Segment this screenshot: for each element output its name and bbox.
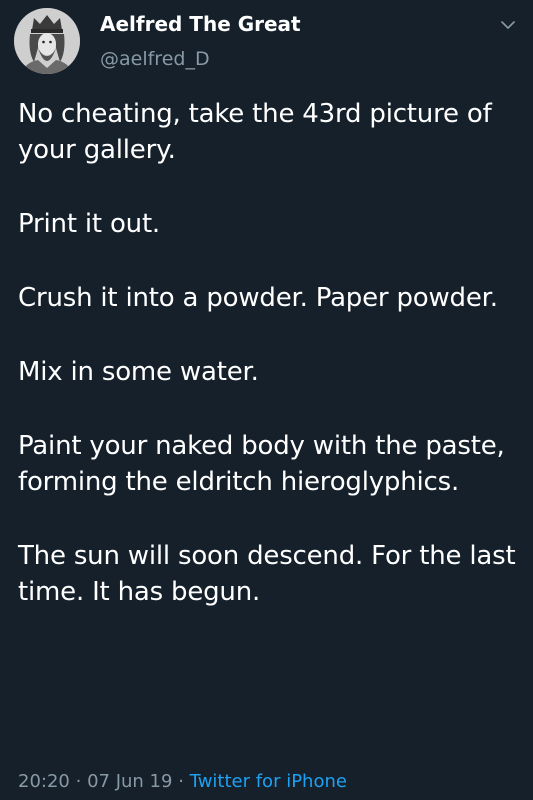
tweet-source-link[interactable]: Twitter for iPhone bbox=[190, 771, 347, 792]
tweet-body: No cheating, take the 43rd picture of yo… bbox=[18, 96, 518, 610]
tweet-card: Aelfred The Great @aelfred_D No cheating… bbox=[0, 0, 533, 800]
tweet-paragraph: Mix in some water. bbox=[18, 357, 259, 387]
tweet-time: 20:20 bbox=[18, 771, 70, 792]
tweet-date: 07 Jun 19 bbox=[87, 771, 173, 792]
tweet-paragraph: Crush it into a powder. Paper powder. bbox=[18, 283, 498, 313]
tweet-paragraph: The sun will soon descend. For the last … bbox=[18, 541, 516, 607]
king-portrait-icon bbox=[14, 8, 80, 74]
avatar[interactable] bbox=[14, 8, 80, 74]
tweet-paragraph: Paint your naked body with the paste, fo… bbox=[18, 431, 505, 497]
tweet-paragraph: No cheating, take the 43rd picture of yo… bbox=[18, 99, 492, 165]
handle[interactable]: @aelfred_D bbox=[100, 46, 301, 72]
tweet-header: Aelfred The Great @aelfred_D bbox=[14, 8, 519, 78]
display-name[interactable]: Aelfred The Great bbox=[100, 11, 301, 37]
tweet-meta: 20:20 · 07 Jun 19 · Twitter for iPhone bbox=[18, 770, 347, 794]
chevron-down-icon[interactable] bbox=[497, 14, 519, 36]
author-names: Aelfred The Great @aelfred_D bbox=[100, 11, 301, 72]
meta-separator: · bbox=[178, 771, 184, 792]
meta-separator: · bbox=[75, 771, 82, 792]
tweet-paragraph: Print it out. bbox=[18, 209, 160, 239]
